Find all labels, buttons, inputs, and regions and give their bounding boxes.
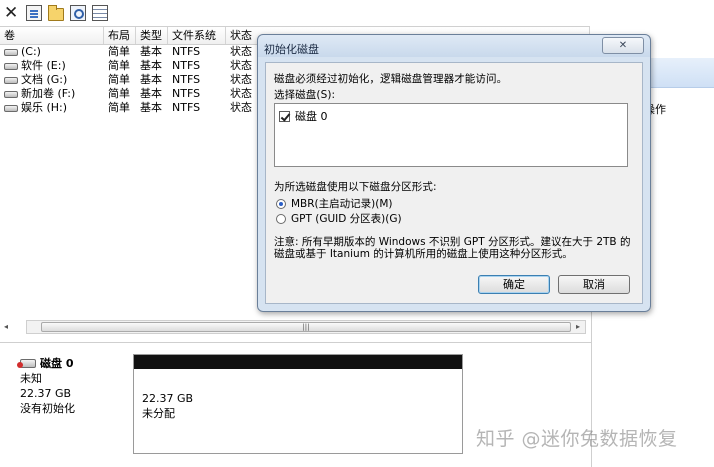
- disk-list-item[interactable]: 磁盘 0: [275, 104, 627, 124]
- unallocated-partition[interactable]: 22.37 GB 未分配: [133, 354, 463, 454]
- volume-name-cell: 文档 (G:): [0, 73, 104, 87]
- volume-layout-cell: 简单: [108, 101, 130, 114]
- volume-type-cell: 基本: [140, 59, 162, 72]
- properties-icon[interactable]: [26, 5, 42, 21]
- disk-title: 磁盘 0: [40, 357, 74, 370]
- volume-type-cell: 基本: [140, 101, 162, 114]
- gpt-label: GPT (GUID 分区表)(G): [291, 213, 402, 225]
- dialog-close-button[interactable]: ✕: [602, 37, 644, 54]
- ok-button[interactable]: 确定: [478, 275, 550, 294]
- volume-icon: [4, 62, 18, 70]
- horizontal-scrollbar[interactable]: ||| ▸: [26, 320, 586, 334]
- column-header-type[interactable]: 类型: [136, 27, 168, 44]
- partition-style-label: 为所选磁盘使用以下磁盘分区形式:: [274, 181, 437, 193]
- cancel-button[interactable]: 取消: [558, 275, 630, 294]
- volume-fs-cell: NTFS: [172, 45, 201, 58]
- volume-fs-cell: NTFS: [172, 59, 201, 72]
- scrollbar-thumb[interactable]: |||: [41, 322, 571, 332]
- scroll-right-arrow-icon[interactable]: ▸: [571, 321, 585, 333]
- toolbar: ✕: [0, 0, 714, 26]
- volume-icon: [4, 90, 18, 98]
- volume-fs-cell: NTFS: [172, 101, 201, 114]
- partition-state: 未分配: [142, 407, 175, 420]
- volume-layout-cell: 简单: [108, 45, 130, 58]
- disk-0-checkbox[interactable]: [279, 110, 290, 122]
- disk-size: 22.37 GB: [20, 387, 72, 400]
- close-icon[interactable]: ✕: [4, 5, 20, 22]
- volume-name-cell: (C:): [0, 45, 104, 59]
- disk-list-icon[interactable]: [92, 5, 108, 21]
- volume-name-cell: 软件 (E:): [0, 59, 104, 73]
- volume-name-cell: 娱乐 (H:): [0, 101, 104, 115]
- volume-type-cell: 基本: [140, 45, 162, 58]
- mbr-option[interactable]: MBR(主启动记录)(M): [276, 196, 393, 211]
- zoom-icon[interactable]: [70, 5, 86, 21]
- gpt-note-text: 注意: 所有早期版本的 Windows 不识别 GPT 分区形式。建议在大于 2…: [274, 236, 631, 260]
- volume-fs-cell: NTFS: [172, 73, 201, 86]
- disk-list-item-label: 磁盘 0: [295, 110, 328, 123]
- dialog-title: 初始化磁盘: [264, 43, 319, 56]
- column-header-volume[interactable]: 卷: [0, 27, 104, 44]
- disk-kind: 未知: [20, 372, 42, 385]
- volume-icon: [4, 48, 18, 56]
- watermark-text: 知乎 @迷你兔数据恢复: [476, 428, 678, 450]
- dialog-intro-text: 磁盘必须经过初始化，逻辑磁盘管理器才能访问。: [274, 73, 508, 85]
- volume-icon: [4, 76, 18, 84]
- disk-label[interactable]: 磁盘 0 未知 22.37 GB 没有初始化: [17, 355, 128, 445]
- disk-state: 没有初始化: [20, 402, 75, 415]
- mbr-label: MBR(主启动记录)(M): [291, 198, 393, 210]
- gpt-option[interactable]: GPT (GUID 分区表)(G): [276, 211, 402, 226]
- dialog-body: 磁盘必须经过初始化，逻辑磁盘管理器才能访问。 选择磁盘(S): 磁盘 0 为所选…: [265, 62, 643, 304]
- partition-bar: [134, 355, 462, 369]
- volume-icon: [4, 104, 18, 112]
- folder-icon[interactable]: [48, 4, 64, 21]
- uninitialized-disk-icon: [17, 358, 36, 368]
- partition-size: 22.37 GB: [142, 392, 194, 405]
- volume-name-cell: 新加卷 (F:): [0, 87, 104, 101]
- volume-fs-cell: NTFS: [172, 87, 201, 100]
- scroll-left-arrow-icon[interactable]: ◂: [4, 322, 8, 331]
- column-header-layout[interactable]: 布局: [104, 27, 136, 44]
- mbr-radio[interactable]: [276, 198, 286, 209]
- volume-layout-cell: 简单: [108, 87, 130, 100]
- volume-layout-cell: 简单: [108, 59, 130, 72]
- volume-type-cell: 基本: [140, 73, 162, 86]
- disk-select-list[interactable]: 磁盘 0: [274, 103, 628, 167]
- column-header-filesystem[interactable]: 文件系统: [168, 27, 226, 44]
- volume-type-cell: 基本: [140, 87, 162, 100]
- volume-layout-cell: 简单: [108, 73, 130, 86]
- select-disk-label: 选择磁盘(S):: [274, 89, 336, 101]
- initialize-disk-dialog: 初始化磁盘 ✕ 磁盘必须经过初始化，逻辑磁盘管理器才能访问。 选择磁盘(S): …: [257, 34, 651, 312]
- gpt-radio[interactable]: [276, 213, 286, 224]
